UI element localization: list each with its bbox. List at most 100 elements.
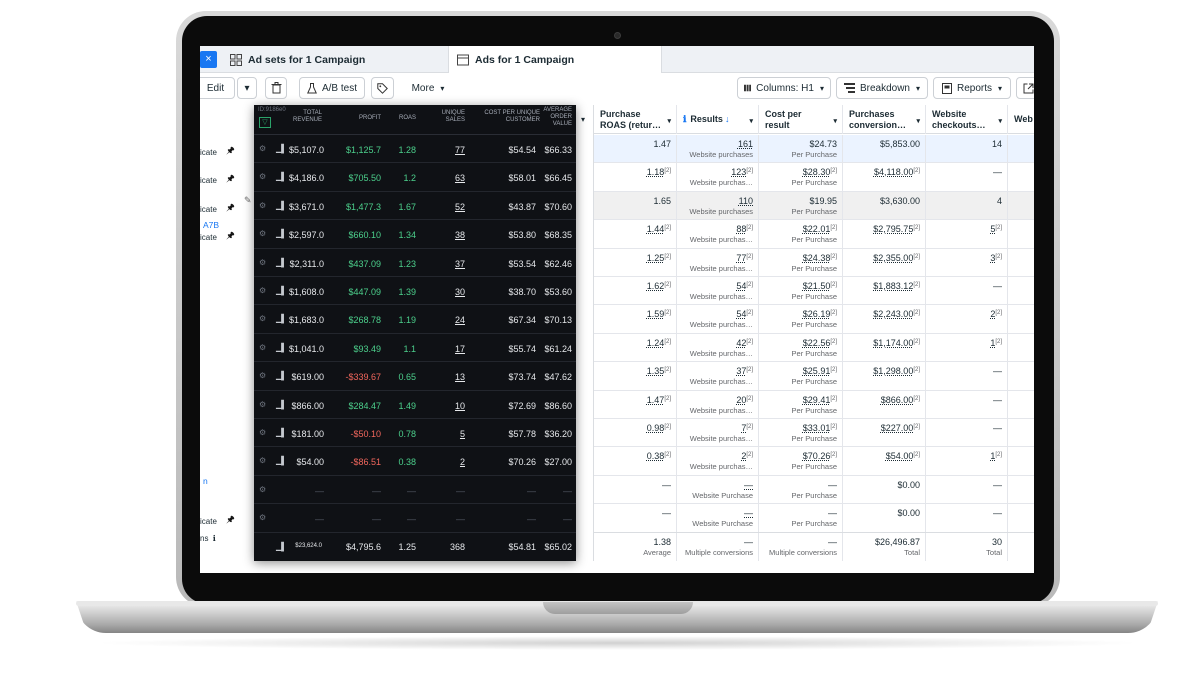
table-row[interactable]: — — Website Purchase — Per Purchase $0.00— bbox=[594, 504, 1034, 533]
overlay-unique-sales[interactable]: 17 bbox=[434, 344, 465, 354]
table-row[interactable]: — — Website Purchase — Per Purchase $0.00— bbox=[594, 475, 1034, 505]
overlay-aov: $62.46 bbox=[544, 258, 572, 269]
overlay-unique-sales[interactable]: 13 bbox=[434, 372, 465, 382]
gear-icon[interactable]: ⚙ bbox=[259, 172, 266, 181]
gear-icon[interactable]: ⚙ bbox=[259, 258, 266, 267]
table-row[interactable]: 1.25[2] 77[2] Website purchas… $24.38[2] Per… bbox=[594, 248, 1034, 277]
pin-icon[interactable]: 📌 bbox=[226, 516, 235, 524]
cpr-cell: $70.26[2] Per Purchase bbox=[759, 447, 843, 476]
gear-icon[interactable]: ⚙ bbox=[259, 343, 266, 352]
results-cell[interactable]: 161 Website purchases bbox=[677, 135, 759, 164]
header-purchase-roas[interactable]: Purchase ROAS (retur… ▾ bbox=[594, 105, 677, 134]
name-cell[interactable] bbox=[200, 277, 254, 305]
edit-label: Edit bbox=[206, 82, 225, 94]
breakdown-button[interactable]: Breakdown ▾ bbox=[836, 77, 928, 99]
table-row[interactable]: 1.47[2] 20[2] Website purchas… $29.41[2] Per… bbox=[594, 390, 1034, 419]
pin-icon[interactable]: 📌 bbox=[226, 204, 235, 212]
header-web[interactable]: Web bbox=[1008, 105, 1034, 134]
attribution-marker: [2] bbox=[746, 367, 753, 374]
results-cell[interactable]: 77[2] Website purchas… bbox=[677, 248, 759, 277]
name-cell[interactable]: n bbox=[200, 476, 254, 504]
name-cell[interactable] bbox=[200, 391, 254, 419]
columns-button[interactable]: Columns: H1 ▾ bbox=[737, 77, 831, 99]
results-cell[interactable]: 20[2] Website purchas… bbox=[677, 390, 759, 419]
table-row[interactable]: 1.62[2] 54[2] Website purchas… $21.50[2] Per… bbox=[594, 277, 1034, 306]
tab-ads[interactable]: Ads for 1 Campaign bbox=[448, 46, 662, 73]
export-button[interactable] bbox=[1016, 77, 1034, 99]
name-cell[interactable] bbox=[200, 362, 254, 390]
filter-icon[interactable]: ▽ bbox=[259, 117, 271, 128]
results-cell[interactable]: — Website Purchase bbox=[677, 475, 759, 505]
overlay-unique-sales[interactable]: 2 bbox=[434, 457, 465, 467]
name-cell[interactable] bbox=[200, 249, 254, 277]
overlay-unique-sales[interactable]: 10 bbox=[434, 401, 465, 411]
overlay-unique-sales[interactable]: 24 bbox=[434, 315, 465, 325]
name-cell[interactable] bbox=[200, 419, 254, 447]
pin-icon[interactable]: 📌 bbox=[226, 232, 235, 240]
tab-ad-sets[interactable]: Ad sets for 1 Campaign bbox=[230, 46, 365, 73]
name-cell[interactable] bbox=[200, 447, 254, 475]
more-button[interactable]: More ▾ bbox=[403, 77, 453, 99]
name-cell[interactable]: icate 📌 bbox=[200, 135, 254, 163]
table-row[interactable]: 0.98[2] 7[2] Website purchas… $33.01[2] Per … bbox=[594, 419, 1034, 448]
gear-icon[interactable]: ⚙ bbox=[259, 229, 266, 238]
pin-icon[interactable]: 📌 bbox=[226, 147, 235, 155]
close-icon[interactable]: × bbox=[200, 51, 217, 68]
gear-icon[interactable]: ⚙ bbox=[259, 314, 266, 323]
gear-icon[interactable]: ⚙ bbox=[259, 201, 266, 210]
results-cell[interactable]: 54[2] Website purchas… bbox=[677, 277, 759, 306]
overlay-unique-sales[interactable]: 30 bbox=[434, 287, 465, 297]
table-row[interactable]: 1.47 161 Website purchases $24.73 Per Purcha… bbox=[594, 135, 1034, 164]
pencil-icon[interactable]: ✎ bbox=[244, 195, 252, 206]
overlay-unique-sales[interactable]: 5 bbox=[434, 429, 465, 439]
table-row[interactable]: 1.59[2] 54[2] Website purchas… $26.19[2] Per… bbox=[594, 305, 1034, 334]
table-row[interactable]: 1.35[2] 37[2] Website purchas… $25.91[2] Per… bbox=[594, 362, 1034, 391]
overlay-unique-sales[interactable]: — bbox=[434, 486, 465, 496]
gear-icon[interactable]: ⚙ bbox=[259, 286, 266, 295]
tag-button[interactable] bbox=[371, 77, 394, 99]
results-cell[interactable]: 110 Website purchases bbox=[677, 191, 759, 221]
table-row[interactable]: 1.44[2] 88[2] Website purchas… $22.01[2] Per… bbox=[594, 220, 1034, 249]
header-website-checkouts[interactable]: Website checkouts… ▾ bbox=[926, 105, 1008, 134]
overlay-unique-sales[interactable]: 63 bbox=[434, 173, 465, 183]
edit-button[interactable]: Edit bbox=[200, 77, 235, 99]
ab-test-button[interactable]: A/B test bbox=[299, 77, 365, 99]
results-cell[interactable]: 37[2] Website purchas… bbox=[677, 362, 759, 391]
reports-button[interactable]: Reports ▾ bbox=[933, 77, 1011, 99]
results-cell[interactable]: 123[2] Website purchas… bbox=[677, 163, 759, 192]
name-cell[interactable] bbox=[200, 334, 254, 362]
edit-dropdown-button[interactable]: ▾ bbox=[237, 77, 257, 99]
gear-icon[interactable]: ⚙ bbox=[259, 456, 266, 465]
gear-icon[interactable]: ⚙ bbox=[259, 513, 266, 522]
results-cell[interactable]: 7[2] Website purchas… bbox=[677, 419, 759, 448]
gear-icon[interactable]: ⚙ bbox=[259, 428, 266, 437]
overlay-unique-sales[interactable]: 77 bbox=[434, 145, 465, 155]
table-row[interactable]: 1.65 110 Website purchases $19.95 Per Purcha… bbox=[594, 191, 1034, 221]
results-cell[interactable]: 2[2] Website purchas… bbox=[677, 447, 759, 476]
table-row[interactable]: 0.38[2] 2[2] Website purchas… $70.26[2] Per … bbox=[594, 447, 1034, 476]
table-row[interactable]: 1.18[2] 123[2] Website purchas… $28.30[2] Pe… bbox=[594, 163, 1034, 192]
name-cell[interactable]: A7B icate 📌 bbox=[200, 220, 254, 248]
results-cell[interactable]: — Website Purchase bbox=[677, 504, 759, 533]
gear-icon[interactable]: ⚙ bbox=[259, 144, 266, 153]
overlay-unique-sales[interactable]: 52 bbox=[434, 202, 465, 212]
results-cell[interactable]: 54[2] Website purchas… bbox=[677, 305, 759, 334]
gear-icon[interactable]: ⚙ bbox=[259, 400, 266, 409]
delete-button[interactable] bbox=[265, 77, 287, 99]
overlay-unique-sales[interactable]: 37 bbox=[434, 259, 465, 269]
gear-icon[interactable]: ⚙ bbox=[259, 485, 266, 494]
header-results[interactable]: ℹ Results ↓ ▾ bbox=[677, 105, 759, 134]
header-purchases-conversion[interactable]: Purchases conversion… ▾ bbox=[843, 105, 926, 134]
name-cell[interactable] bbox=[200, 305, 254, 333]
results-cell[interactable]: 42[2] Website purchas… bbox=[677, 333, 759, 363]
header-cost-per-result[interactable]: Cost per result ▾ bbox=[759, 105, 843, 134]
cpr-sub: Per Purchase bbox=[791, 405, 837, 415]
overlay-unique-sales[interactable]: 38 bbox=[434, 230, 465, 240]
pin-icon[interactable]: 📌 bbox=[226, 175, 235, 183]
table-row[interactable]: 1.24[2] 42[2] Website purchas… $22.56[2] Per… bbox=[594, 333, 1034, 363]
overlay-unique-sales[interactable]: — bbox=[434, 514, 465, 524]
name-cell[interactable]: icate 📌 bbox=[200, 504, 254, 532]
name-cell[interactable]: icate 📌 bbox=[200, 163, 254, 191]
results-cell[interactable]: 88[2] Website purchas… bbox=[677, 220, 759, 249]
gear-icon[interactable]: ⚙ bbox=[259, 371, 266, 380]
